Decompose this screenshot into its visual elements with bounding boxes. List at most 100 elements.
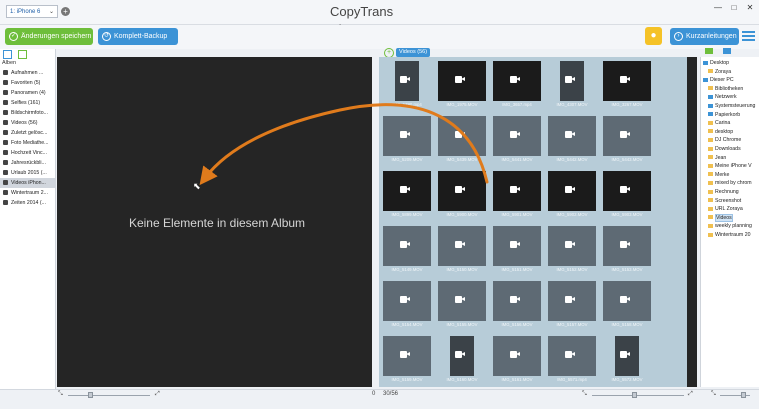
video-thumbnail[interactable]: IMG_5439.MOV <box>436 114 488 166</box>
video-thumbnail[interactable]: IMG_5155.MOV <box>436 279 488 331</box>
thumbnail-caption: IMG_5161.MOV <box>501 377 533 382</box>
video-thumbnail[interactable]: IMG_5158.MOV <box>601 279 653 331</box>
tree-item[interactable]: Desktop <box>703 59 729 68</box>
video-thumbnail[interactable]: IMG_5161.MOV <box>491 334 543 386</box>
album-item[interactable]: Panoramen (4) <box>0 88 55 98</box>
video-thumbnail[interactable]: IMG_5154.MOV <box>381 279 433 331</box>
tree-item-label: DJ Chrome <box>715 137 742 144</box>
tree-item[interactable]: URL Zoraya <box>708 205 743 214</box>
folder-icon[interactable] <box>723 48 731 54</box>
tree-item[interactable]: desktop <box>708 128 733 137</box>
album-item[interactable]: Bildschirmfoto... <box>0 108 55 118</box>
video-thumbnail[interactable]: IMG_5442.MOV <box>546 114 598 166</box>
tree-item[interactable]: Systemsteuerung <box>708 102 755 111</box>
video-thumbnail[interactable]: IMG_5902.MOV <box>546 169 598 221</box>
video-thumbnail[interactable]: IMG_1780.mp4 <box>381 59 433 111</box>
lightbulb-icon[interactable]: ● <box>645 27 662 45</box>
tree-item[interactable]: Downloads <box>708 145 741 154</box>
video-thumbnail[interactable]: IMG_5151.MOV <box>491 224 543 276</box>
album-item[interactable]: Favoriten (5) <box>0 78 55 88</box>
chevron-down-icon: ⌄ <box>48 9 54 15</box>
new-album-icon[interactable] <box>18 50 27 59</box>
tree-item-label: Systemsteuerung <box>715 103 756 109</box>
video-thumbnail[interactable]: IMG_5160.MOV <box>436 334 488 386</box>
album-item[interactable]: Wintertraum 2... <box>0 188 55 198</box>
tree-item[interactable]: Bibliotheken <box>708 85 743 94</box>
add-device-button[interactable]: + <box>61 7 70 16</box>
tree-zoom-slider-knob[interactable] <box>741 392 746 398</box>
tree-item[interactable]: Dieser PC <box>703 76 734 85</box>
video-thumbnail[interactable]: IMG_5903.MOV <box>601 169 653 221</box>
left-zoom-slider-knob[interactable] <box>88 392 93 398</box>
folder-icon <box>708 69 713 74</box>
new-folder-icon[interactable] <box>705 48 713 54</box>
tree-zoom-out-icon[interactable]: ⤡ <box>711 391 716 398</box>
tree-item[interactable]: Rechnung <box>708 188 739 197</box>
view-icon[interactable] <box>3 50 12 59</box>
album-item[interactable]: Videos (56) <box>0 118 55 128</box>
video-thumbnail[interactable]: IMG_5901.MOV <box>491 169 543 221</box>
album-item[interactable]: Hochzeit Vinc... <box>0 148 55 158</box>
full-backup-button[interactable]: ↺ Komplett-Backup <box>98 28 178 45</box>
zoom-out-icon-right[interactable]: ⤡ <box>582 391 587 398</box>
video-thumbnail[interactable]: IMG_5571.mp4 <box>546 334 598 386</box>
right-zoom-slider-knob[interactable] <box>632 392 637 398</box>
thumbnail-caption: IMG_5154.MOV <box>391 322 423 327</box>
album-item[interactable]: Jahresrückbli... <box>0 158 55 168</box>
maximize-button[interactable]: □ <box>728 3 740 13</box>
album-item[interactable]: Videos iPhon... <box>0 178 55 188</box>
album-item[interactable]: Zuletzt gelösc... <box>0 128 55 138</box>
tree-item[interactable]: Jean <box>708 154 726 163</box>
current-album-tab[interactable]: Videos (56) <box>396 48 431 57</box>
album-item[interactable]: Urlaub 2015 (... <box>0 168 55 178</box>
tree-item[interactable]: Meine iPhone V <box>708 162 752 171</box>
tree-item[interactable]: Videos <box>708 213 733 223</box>
tree-item[interactable]: Zoraya <box>708 68 731 77</box>
video-thumbnail[interactable]: IMG_5159.MOV <box>381 334 433 386</box>
video-thumbnail[interactable]: IMG_5443.MOV <box>601 114 653 166</box>
tree-item[interactable]: weekly planning <box>708 222 752 231</box>
album-item[interactable]: Selfies (161) <box>0 98 55 108</box>
video-thumbnail[interactable]: IMG_5150.MOV <box>436 224 488 276</box>
save-changes-button[interactable]: ✓ Änderungen speichern <box>5 28 93 45</box>
tree-item[interactable]: Carina <box>708 119 730 128</box>
video-thumbnail[interactable]: IMG_5149.MOV <box>381 224 433 276</box>
close-button[interactable]: ✕ <box>744 3 756 13</box>
tree-item[interactable]: Papierkorb <box>708 111 740 120</box>
minimize-button[interactable]: — <box>712 3 724 13</box>
video-thumbnail[interactable]: IMG_5899.MOV <box>381 169 433 221</box>
tree-item-label: Videos <box>715 213 733 222</box>
video-thumbnail[interactable]: IMG_5156.MOV <box>491 279 543 331</box>
video-thumbnail[interactable]: IMG_1975.MOV <box>436 59 488 111</box>
zoom-out-icon[interactable]: ⤡ <box>58 391 63 398</box>
video-thumbnail[interactable]: IMG_5441.MOV <box>491 114 543 166</box>
zoom-in-icon-right[interactable]: ⤢ <box>688 391 693 398</box>
video-thumbnail[interactable]: IMG_3657.mp4 <box>491 59 543 111</box>
tree-item[interactable]: DJ Chrome <box>708 136 741 145</box>
grid-scroll-area[interactable] <box>687 57 697 387</box>
zoom-in-icon[interactable]: ⤢ <box>155 391 160 398</box>
left-zoom-slider-track[interactable] <box>68 395 150 396</box>
quick-guides-button[interactable]: › Kurzanleitungen <box>670 28 739 45</box>
video-thumbnail[interactable]: IMG_5572.MOV <box>601 334 653 386</box>
video-thumbnail[interactable]: IMG_5209.MOV <box>381 114 433 166</box>
hamburger-menu-icon[interactable] <box>742 29 755 41</box>
video-thumbnail[interactable]: IMG_5153.MOV <box>601 224 653 276</box>
video-camera-icon <box>510 76 520 83</box>
tree-item[interactable]: Merke <box>708 171 729 180</box>
album-item[interactable]: Zeiten 2014 (... <box>0 198 55 208</box>
right-zoom-slider-track[interactable] <box>592 395 684 396</box>
album-item[interactable]: Foto Mediathe... <box>0 138 55 148</box>
video-thumbnail[interactable]: IMG_5152.MOV <box>546 224 598 276</box>
tree-item[interactable]: Screenshot <box>708 197 741 206</box>
video-thumbnail[interactable]: IMG_5900.MOV <box>436 169 488 221</box>
album-item[interactable]: Aufnahmen ... <box>0 68 55 78</box>
video-thumbnail[interactable]: IMG_3267.MOV <box>601 59 653 111</box>
tree-item[interactable]: Wintertraum 20 <box>708 231 750 240</box>
video-thumbnail[interactable]: IMG_5157.MOV <box>546 279 598 331</box>
tree-item[interactable]: Netzwerk <box>708 93 737 102</box>
tree-item[interactable]: mixed by chrom <box>708 179 752 188</box>
thumbnail-caption: IMG_5442.MOV <box>556 157 588 162</box>
video-thumbnail[interactable]: IMG_4307.MOV <box>546 59 598 111</box>
device-dropdown[interactable]: 1: iPhone 6 ⌄ <box>6 5 58 18</box>
